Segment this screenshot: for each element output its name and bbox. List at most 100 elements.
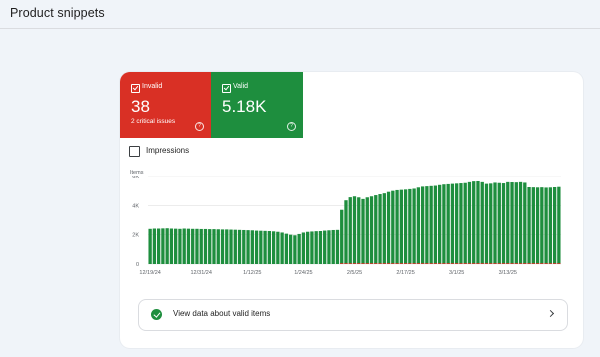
invalid-bar[interactable] xyxy=(455,263,459,264)
valid-bar[interactable] xyxy=(250,230,254,264)
valid-bar[interactable] xyxy=(437,184,442,264)
invalid-bar[interactable] xyxy=(544,263,548,264)
impressions-checkbox[interactable] xyxy=(129,146,140,157)
valid-bar[interactable] xyxy=(467,181,472,264)
valid-bar[interactable] xyxy=(246,230,250,264)
valid-bar[interactable] xyxy=(259,230,263,264)
valid-bar[interactable] xyxy=(501,183,506,264)
invalid-bar[interactable] xyxy=(378,263,382,264)
valid-bar[interactable] xyxy=(531,187,535,264)
invalid-bar[interactable] xyxy=(374,263,378,264)
invalid-bar[interactable] xyxy=(433,263,438,264)
invalid-bar[interactable] xyxy=(344,263,348,264)
valid-bar[interactable] xyxy=(327,230,331,264)
valid-bar[interactable] xyxy=(310,231,314,264)
valid-bar[interactable] xyxy=(403,189,408,264)
valid-bar[interactable] xyxy=(156,228,161,264)
valid-bar[interactable] xyxy=(165,228,169,264)
invalid-bar[interactable] xyxy=(412,263,416,264)
invalid-bar[interactable] xyxy=(540,263,544,264)
valid-bar[interactable] xyxy=(323,230,327,264)
valid-bar[interactable] xyxy=(378,194,382,264)
valid-bar[interactable] xyxy=(548,187,553,264)
valid-tile[interactable]: Valid 5.18K ? xyxy=(211,72,303,138)
invalid-bar[interactable] xyxy=(535,263,540,264)
valid-bar[interactable] xyxy=(433,185,438,264)
invalid-bar[interactable] xyxy=(463,263,467,264)
valid-bar[interactable] xyxy=(557,186,561,264)
invalid-bar[interactable] xyxy=(352,263,357,264)
invalid-bar[interactable] xyxy=(391,263,395,264)
valid-bar[interactable] xyxy=(395,189,399,264)
invalid-bar[interactable] xyxy=(523,263,527,264)
valid-bar[interactable] xyxy=(442,184,446,264)
invalid-bar[interactable] xyxy=(450,263,455,264)
valid-bar[interactable] xyxy=(382,193,386,264)
valid-bar[interactable] xyxy=(237,229,242,264)
valid-bar[interactable] xyxy=(425,186,429,264)
valid-bar[interactable] xyxy=(357,197,361,264)
invalid-bar[interactable] xyxy=(493,263,497,264)
valid-bar[interactable] xyxy=(148,228,152,264)
valid-bar[interactable] xyxy=(352,196,357,264)
valid-bar[interactable] xyxy=(301,232,306,264)
valid-bar[interactable] xyxy=(429,185,433,264)
invalid-bar[interactable] xyxy=(369,263,374,264)
invalid-bar[interactable] xyxy=(501,263,506,264)
valid-bar[interactable] xyxy=(297,233,301,264)
invalid-bar[interactable] xyxy=(476,263,480,264)
valid-bar[interactable] xyxy=(199,228,203,264)
invalid-bar[interactable] xyxy=(386,263,391,264)
valid-bar[interactable] xyxy=(229,229,233,264)
invalid-bar[interactable] xyxy=(442,263,446,264)
invalid-bar[interactable] xyxy=(459,263,463,264)
invalid-bar[interactable] xyxy=(365,263,369,264)
invalid-bar[interactable] xyxy=(548,263,553,264)
invalid-bar[interactable] xyxy=(425,263,429,264)
invalid-bar[interactable] xyxy=(348,263,352,264)
invalid-bar[interactable] xyxy=(420,263,425,264)
valid-bar[interactable] xyxy=(535,187,540,264)
valid-bar[interactable] xyxy=(480,181,484,264)
valid-bar[interactable] xyxy=(340,209,344,264)
invalid-bar[interactable] xyxy=(340,263,344,264)
valid-bar[interactable] xyxy=(203,228,208,264)
valid-bar[interactable] xyxy=(552,187,557,264)
valid-bar[interactable] xyxy=(540,187,544,264)
invalid-bar[interactable] xyxy=(514,263,518,264)
valid-bar[interactable] xyxy=(178,228,182,264)
invalid-bar[interactable] xyxy=(506,263,510,264)
invalid-bar[interactable] xyxy=(361,263,365,264)
valid-bar[interactable] xyxy=(191,228,195,264)
valid-bar[interactable] xyxy=(412,188,416,264)
valid-bar[interactable] xyxy=(391,190,395,264)
valid-checkbox-icon[interactable] xyxy=(222,84,231,93)
invalid-bar[interactable] xyxy=(357,263,361,264)
valid-bar[interactable] xyxy=(459,183,463,264)
valid-bar[interactable] xyxy=(242,229,246,264)
valid-bar[interactable] xyxy=(263,230,267,264)
valid-bar[interactable] xyxy=(267,231,272,264)
help-icon[interactable]: ? xyxy=(287,122,296,131)
valid-bar[interactable] xyxy=(361,198,365,264)
valid-bar[interactable] xyxy=(288,234,293,264)
invalid-checkbox-icon[interactable] xyxy=(131,84,140,93)
valid-bar[interactable] xyxy=(489,183,493,264)
invalid-bar[interactable] xyxy=(446,263,450,264)
invalid-bar[interactable] xyxy=(399,263,403,264)
valid-bar[interactable] xyxy=(174,228,178,264)
invalid-bar[interactable] xyxy=(480,263,484,264)
valid-bar[interactable] xyxy=(544,187,548,264)
valid-bar[interactable] xyxy=(208,229,212,264)
valid-bar[interactable] xyxy=(225,229,229,264)
valid-bar[interactable] xyxy=(152,228,157,264)
valid-bar[interactable] xyxy=(284,233,289,264)
invalid-bar[interactable] xyxy=(395,263,399,264)
invalid-bar[interactable] xyxy=(429,263,433,264)
invalid-bar[interactable] xyxy=(472,263,476,264)
valid-bar[interactable] xyxy=(254,230,259,264)
valid-bar[interactable] xyxy=(506,181,510,264)
invalid-bar[interactable] xyxy=(497,263,501,264)
valid-bar[interactable] xyxy=(527,187,531,264)
invalid-bar[interactable] xyxy=(408,263,412,264)
